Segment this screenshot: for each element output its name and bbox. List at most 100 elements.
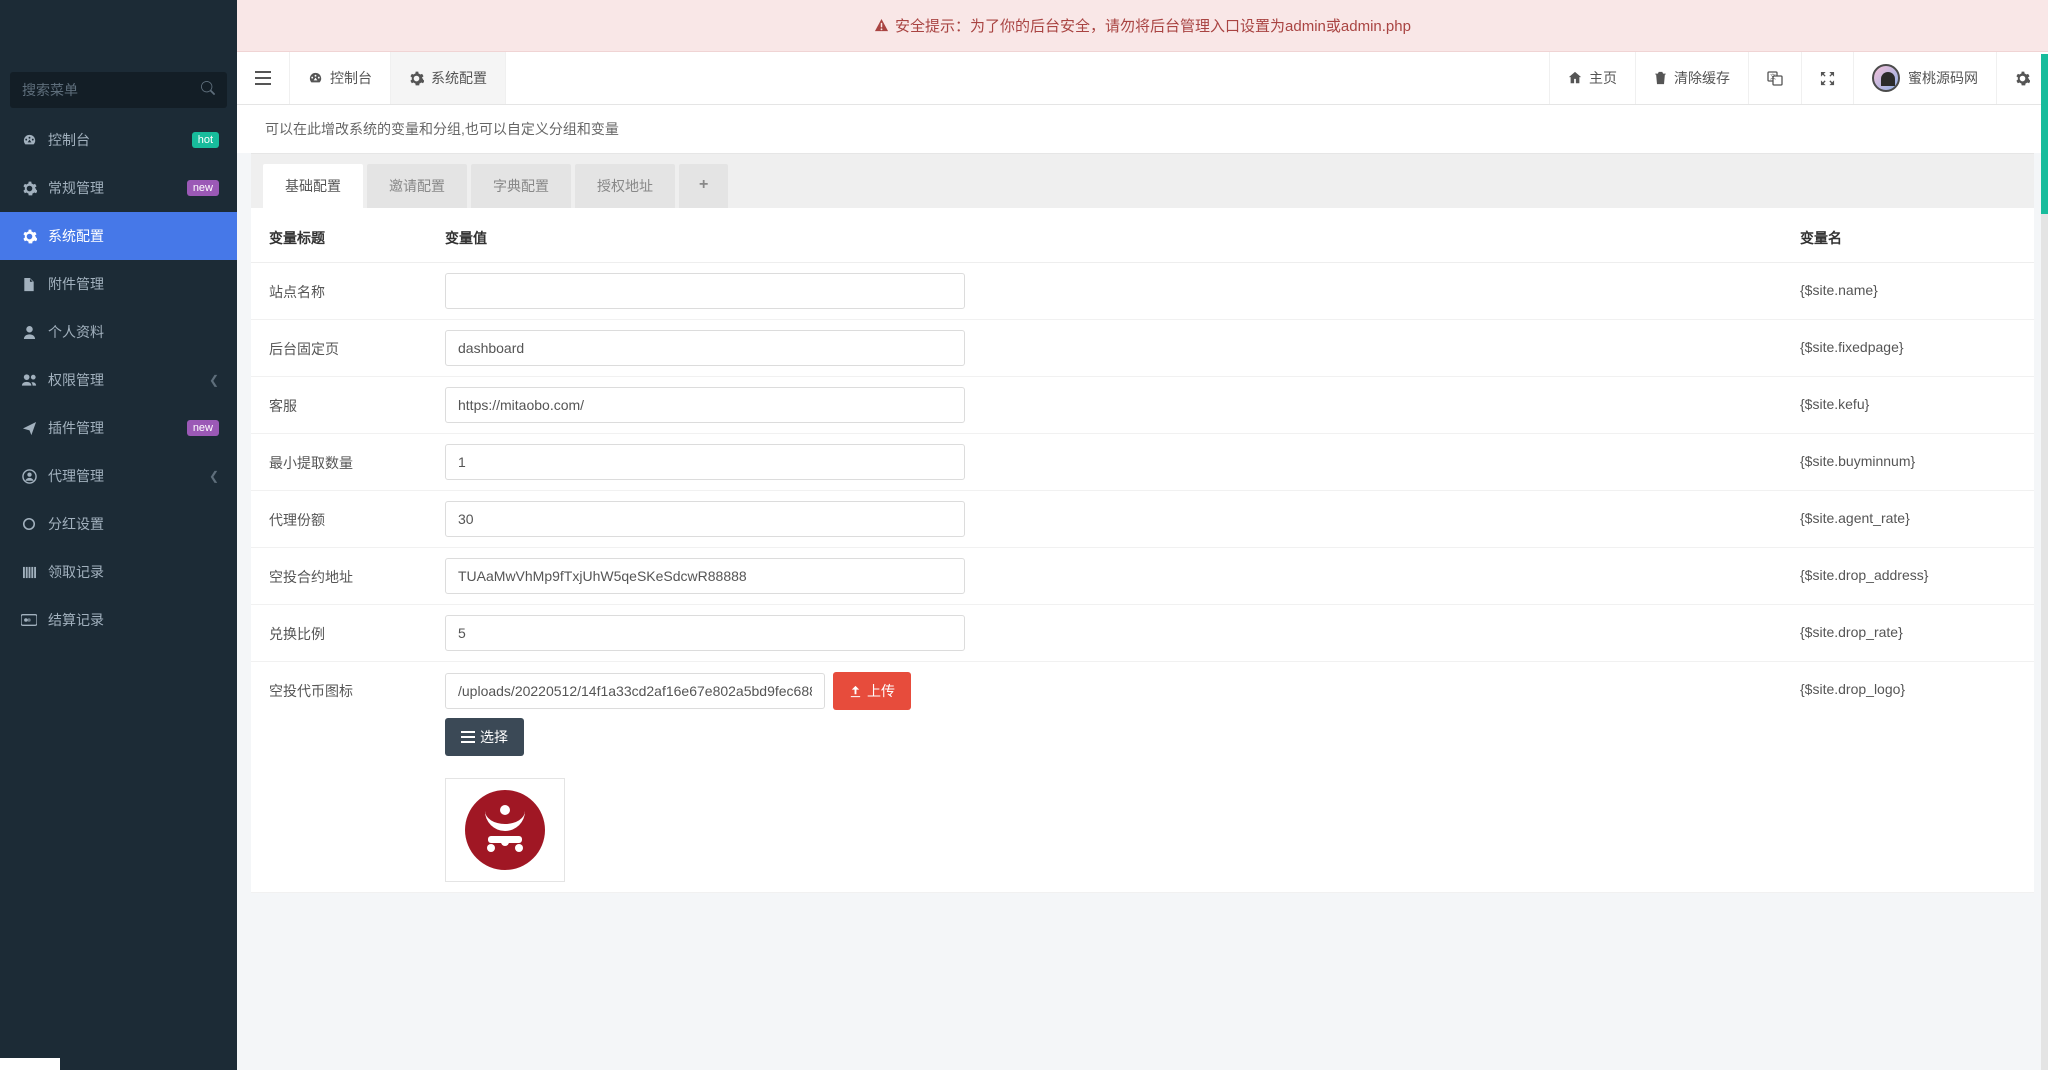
value-input[interactable]: [445, 558, 965, 594]
users-icon: [18, 373, 40, 387]
table-row: 最小提取数量{$site.buyminnum}: [251, 434, 2034, 491]
value-input[interactable]: [445, 330, 965, 366]
user-menu[interactable]: 蜜桃源码网: [1853, 52, 1996, 104]
sidebar-bottom: [0, 1058, 60, 1070]
sidebar-item-7[interactable]: 代理管理 ❮: [0, 452, 237, 500]
badge: new: [187, 420, 219, 436]
sidebar-item-6[interactable]: 插件管理 new: [0, 404, 237, 452]
col-value: 变量值: [445, 228, 1800, 248]
cc-icon: [18, 614, 40, 626]
sidebar-item-1[interactable]: 常规管理 new: [0, 164, 237, 212]
svg-text:文: 文: [1770, 73, 1776, 81]
table-row: 客服 {$site.kefu}: [251, 377, 2034, 434]
tab-sysconfig-label: 系统配置: [431, 68, 487, 88]
table-header: 变量标题 变量值 变量名: [251, 208, 2034, 263]
tab-dashboard[interactable]: 控制台: [290, 52, 391, 104]
tab-auth[interactable]: 授权地址: [575, 164, 675, 208]
dashboard-icon: [18, 133, 40, 148]
sidebar-item-2[interactable]: 系统配置: [0, 212, 237, 260]
upload-path-input[interactable]: [445, 673, 825, 709]
tab-basic[interactable]: 基础配置: [263, 164, 363, 208]
row-varname: {$site.buyminnum}: [1800, 444, 2020, 469]
row-title: 代理份额: [265, 501, 445, 530]
username-label: 蜜桃源码网: [1908, 68, 1978, 88]
upload-button[interactable]: 上传: [833, 672, 911, 710]
topbar: 控制台 系统配置 主页 清除缓存 文 蜜桃源码网: [237, 52, 2048, 105]
lang-button[interactable]: 文: [1748, 52, 1801, 104]
circle-o-icon: [18, 517, 40, 531]
sidebar-item-label: 附件管理: [48, 274, 104, 294]
search-input[interactable]: [10, 72, 227, 108]
content: 可以在此增改系统的变量和分组,也可以自定义分组和变量 基础配置 邀请配置 字典配…: [237, 105, 2048, 913]
main: 安全提示：为了你的后台安全，请勿将后台管理入口设置为admin或admin.ph…: [237, 0, 2048, 913]
image-preview: [445, 778, 565, 882]
chevron-left-icon: ❮: [209, 469, 219, 483]
row-varname: {$site.drop_address}: [1800, 558, 2020, 583]
row-title: 兑换比例: [265, 615, 445, 644]
clear-cache-button[interactable]: 清除缓存: [1635, 52, 1748, 104]
scrollbar-thumb[interactable]: [2041, 54, 2048, 214]
user-icon: [18, 325, 40, 340]
sidebar-item-label: 常规管理: [48, 178, 104, 198]
value-input[interactable]: [445, 444, 965, 480]
table-row: 空投代币图标 上传选择 {$site.drop_logo}: [251, 662, 2034, 893]
col-title: 变量标题: [265, 228, 445, 248]
row-title: 客服: [265, 387, 445, 416]
sidebar-item-3[interactable]: 附件管理: [0, 260, 237, 308]
table-row: 空投合约地址 {$site.drop_address}: [251, 548, 2034, 605]
gear-icon: [18, 181, 40, 196]
row-title: 站点名称: [265, 273, 445, 302]
fullscreen-button[interactable]: [1801, 52, 1853, 104]
sidebar-item-4[interactable]: 个人资料: [0, 308, 237, 356]
sidebar-logo: [0, 0, 237, 54]
row-title: 后台固定页: [265, 330, 445, 359]
row-title: 空投合约地址: [265, 558, 445, 587]
sidebar-item-8[interactable]: 分红设置: [0, 500, 237, 548]
sidebar-item-10[interactable]: 结算记录: [0, 596, 237, 644]
home-button[interactable]: 主页: [1549, 52, 1635, 104]
sidebar-item-label: 权限管理: [48, 370, 104, 390]
sidebar-item-label: 系统配置: [48, 226, 104, 246]
row-varname: {$site.agent_rate}: [1800, 501, 2020, 526]
trash-icon: [1654, 71, 1667, 85]
value-input[interactable]: [445, 273, 965, 309]
row-varname: {$site.kefu}: [1800, 387, 2020, 412]
badge: hot: [192, 132, 219, 148]
sidebar-item-9[interactable]: 领取记录: [0, 548, 237, 596]
tab-dict[interactable]: 字典配置: [471, 164, 571, 208]
file-icon: [18, 277, 40, 292]
user-circle-icon: [18, 469, 40, 484]
col-name: 变量名: [1800, 228, 2020, 248]
row-varname: {$site.fixedpage}: [1800, 330, 2020, 355]
row-title: 空投代币图标: [265, 672, 445, 701]
sidebar-item-label: 插件管理: [48, 418, 104, 438]
value-input[interactable]: [445, 387, 965, 423]
tab-invite[interactable]: 邀请配置: [367, 164, 467, 208]
value-input[interactable]: [445, 615, 965, 651]
table-row: 代理份额 {$site.agent_rate}: [251, 491, 2034, 548]
sidebar-item-0[interactable]: 控制台 hot: [0, 116, 237, 164]
tab-sysconfig[interactable]: 系统配置: [391, 52, 506, 104]
sidebar-item-label: 结算记录: [48, 610, 104, 630]
row-varname: {$site.drop_logo}: [1800, 672, 2020, 697]
page-scrollbar[interactable]: [2041, 54, 2048, 1070]
config-tabs: 基础配置 邀请配置 字典配置 授权地址 +: [251, 153, 2034, 208]
clear-cache-label: 清除缓存: [1674, 68, 1730, 88]
badge: new: [187, 180, 219, 196]
sidebar-item-label: 控制台: [48, 130, 90, 150]
search-icon[interactable]: [201, 81, 215, 95]
token-logo-icon: [465, 790, 545, 870]
select-button[interactable]: 选择: [445, 718, 524, 756]
send-icon: [18, 421, 40, 436]
gear-icon: [409, 71, 424, 86]
table-row: 后台固定页 {$site.fixedpage}: [251, 320, 2034, 377]
table-row: 站点名称{$site.name}: [251, 263, 2034, 320]
tab-dashboard-label: 控制台: [330, 68, 372, 88]
tab-add[interactable]: +: [679, 164, 728, 208]
sidebar-item-5[interactable]: 权限管理❮: [0, 356, 237, 404]
row-varname: {$site.drop_rate}: [1800, 615, 2020, 640]
value-input[interactable]: [445, 501, 965, 537]
home-label: 主页: [1589, 68, 1617, 88]
sidebar-item-label: 代理管理: [48, 466, 104, 486]
toggle-sidebar-button[interactable]: [237, 52, 290, 104]
